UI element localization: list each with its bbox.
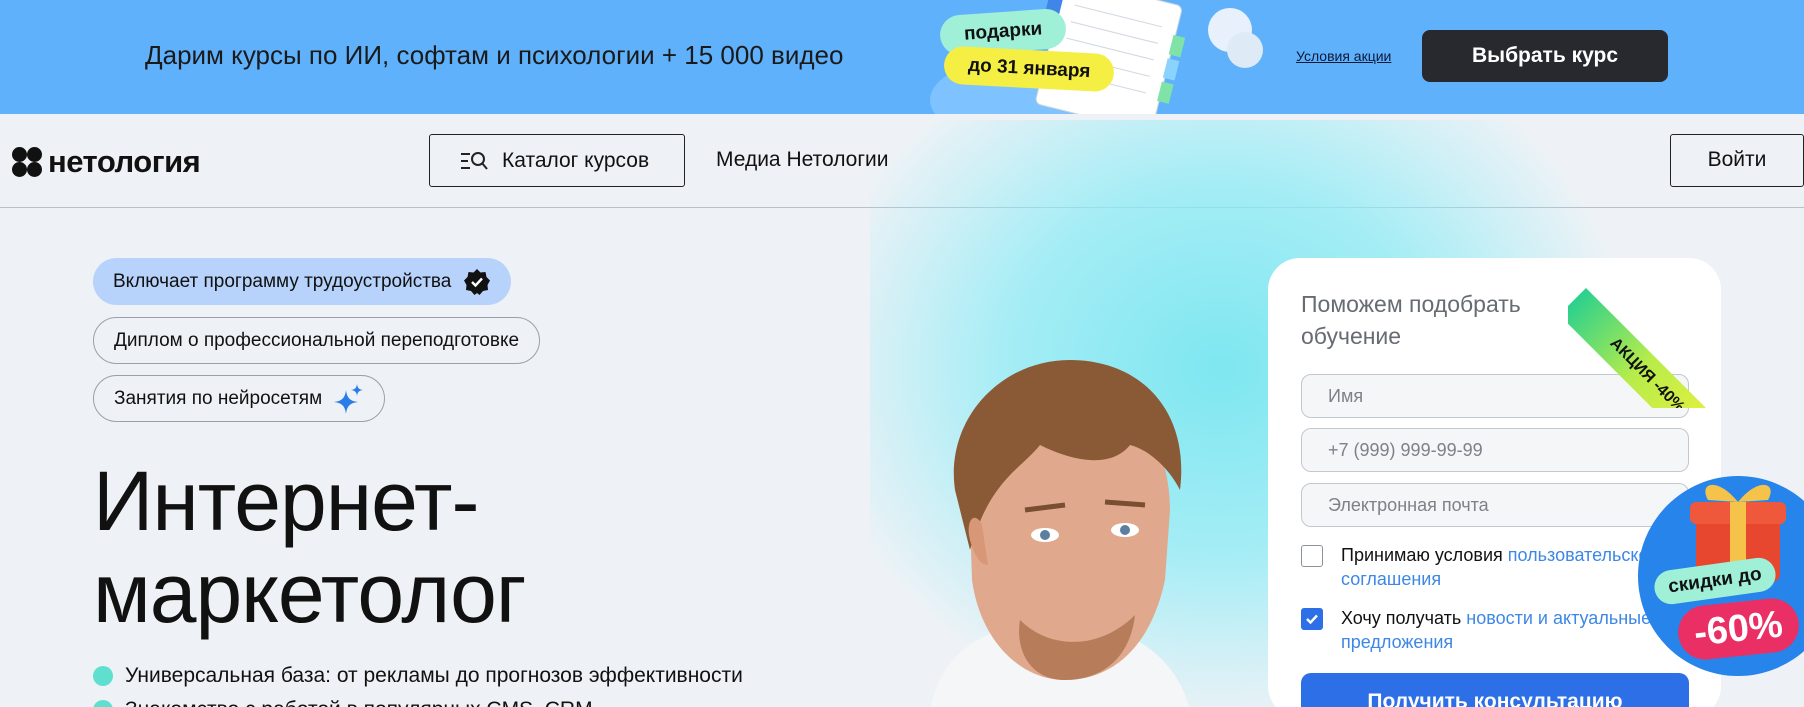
instructor-photo	[930, 360, 1190, 707]
agreement-checkbox[interactable]	[1301, 545, 1323, 567]
news-checkbox[interactable]	[1301, 608, 1323, 630]
promo-terms-link[interactable]: Условия акции	[1296, 48, 1391, 64]
feature-bullet-text: Универсальная база: от рекламы до прогно…	[125, 664, 743, 687]
news-label: Хочу получать	[1341, 608, 1462, 628]
sparkle-icon	[334, 383, 364, 414]
catalog-label: Каталог курсов	[502, 148, 650, 172]
page-title-line-2: маркетолог	[93, 546, 527, 640]
promo-ribbon: АКЦИЯ -40%	[1568, 248, 1738, 408]
email-input[interactable]	[1301, 483, 1689, 527]
feature-bullet: Знакомство с работой в популярных CMS, C…	[93, 698, 593, 707]
agreement-text: Принимаю условия пользовательского согла…	[1341, 543, 1665, 591]
agreement-label: Принимаю условия	[1341, 545, 1503, 565]
login-button[interactable]: Войти	[1670, 134, 1804, 187]
news-row: Хочу получать новости и актуальные предл…	[1301, 606, 1701, 654]
bullet-dot-icon	[93, 666, 113, 686]
catalog-search-icon	[461, 151, 488, 170]
news-link[interactable]: новости и актуальные	[1466, 608, 1651, 628]
discount-value: -60%	[1675, 595, 1802, 663]
form-title: Поможем подобрать обучение	[1301, 291, 1521, 349]
news-link-cont[interactable]: предложения	[1341, 632, 1453, 652]
logo-text: нетология	[48, 144, 201, 179]
choose-course-button[interactable]: Выбрать курс	[1422, 30, 1668, 82]
checkmark-icon	[1306, 614, 1318, 625]
catalog-button[interactable]: Каталог курсов	[429, 134, 685, 187]
page-title-line-1: Интернет-	[93, 454, 479, 548]
media-link[interactable]: Медиа Нетологии	[716, 148, 888, 172]
promo-ribbon-text: АКЦИЯ -40%	[1568, 288, 1735, 408]
phone-input[interactable]	[1301, 428, 1689, 472]
tag-ai-classes: Занятия по нейросетям	[93, 375, 386, 422]
promo-banner[interactable]: Дарим курсы по ИИ, софтам и психологии +…	[0, 0, 1804, 114]
logo[interactable]: нетология	[12, 142, 201, 182]
feature-bullet: Универсальная база: от рекламы до прогно…	[93, 664, 743, 688]
tag-diploma: Диплом о профессиональной переподготовке	[93, 317, 541, 364]
tag-employment: Включает программу трудоустройства	[93, 258, 512, 305]
tag-employment-label: Включает программу трудоустройства	[113, 270, 452, 292]
promo-banner-text: Дарим курсы по ИИ, софтам и психологии +…	[145, 40, 844, 70]
bullet-dot-icon	[93, 700, 113, 707]
verified-check-icon	[464, 268, 491, 295]
agreement-link-cont[interactable]: соглашения	[1341, 569, 1441, 589]
get-consultation-button[interactable]: Получить консультацию	[1301, 673, 1689, 707]
page-title: Интернет- маркетолог	[93, 454, 527, 640]
logo-mark-icon	[12, 147, 42, 177]
tag-diploma-label: Диплом о профессиональной переподготовке	[114, 329, 520, 351]
tag-ai-label: Занятия по нейросетям	[114, 387, 323, 409]
feature-bullet-text: Знакомство с работой в популярных CMS, C…	[125, 698, 593, 707]
news-text: Хочу получать новости и актуальные предл…	[1341, 606, 1651, 654]
